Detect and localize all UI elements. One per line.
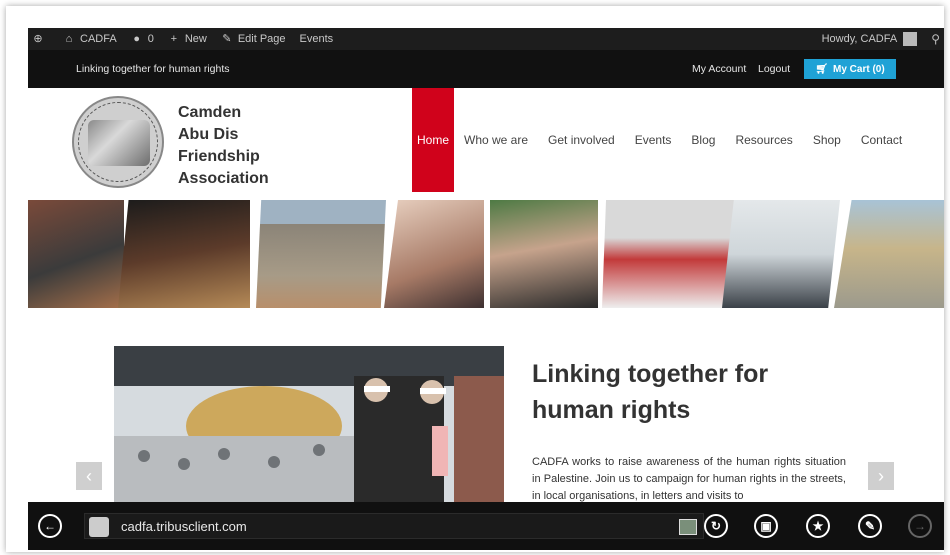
chevron-left-icon: ‹: [86, 465, 92, 486]
photo-speaker: [722, 200, 840, 308]
top-strip: Linking together for human rights My Acc…: [28, 50, 944, 88]
site-name: CADFA: [80, 33, 117, 45]
events-admin-label: Events: [299, 33, 334, 45]
forward-arrow-icon: →: [914, 519, 926, 533]
nav-events[interactable]: Events: [625, 88, 682, 192]
edit-page-label: Edit Page: [237, 33, 286, 45]
photo-wall: [256, 200, 386, 308]
browser-address-bar: ← cadfa.tribusclient.com ↻ ▣ ★ ✎ →: [28, 502, 944, 550]
org-line-4: Association: [178, 170, 269, 187]
photo-drummers: [118, 200, 250, 308]
nav-who-we-are[interactable]: Who we are: [454, 88, 538, 192]
url-text: cadfa.tribusclient.com: [121, 519, 247, 534]
favorites-button[interactable]: ★: [806, 514, 830, 538]
photo-girl-phone: [384, 200, 484, 308]
url-field[interactable]: cadfa.tribusclient.com: [84, 513, 704, 539]
my-account-link[interactable]: My Account: [692, 63, 746, 75]
pencil-icon: ✎: [222, 33, 232, 45]
org-line-2: Abu Dis: [178, 126, 239, 143]
wordpress-icon: ⊕: [33, 33, 43, 45]
cart-label: My Cart (0): [833, 63, 885, 75]
home-icon: ⌂: [65, 33, 73, 45]
photo-protest: [28, 200, 124, 308]
plus-icon: +: [170, 33, 178, 45]
new-button[interactable]: + New: [168, 33, 207, 45]
cart-icon: 🛒︎: [815, 63, 828, 75]
hero-title: Linking together for human rights: [532, 360, 769, 424]
chevron-right-icon: ›: [878, 465, 884, 486]
tabs-icon: ▣: [760, 519, 772, 533]
site-header: Camden Abu Dis Friendship Association Ho…: [28, 88, 944, 192]
photo-smiling-man: [490, 200, 598, 308]
avatar[interactable]: [903, 32, 918, 46]
wrench-icon: ✎: [864, 519, 876, 533]
logo-emblem: [88, 120, 150, 166]
nav-contact[interactable]: Contact: [851, 88, 912, 192]
hero-image: [114, 346, 504, 504]
site-tagline: Linking together for human rights: [76, 63, 230, 75]
events-admin-button[interactable]: Events: [300, 33, 334, 45]
page-icon[interactable]: [679, 519, 697, 535]
back-arrow-icon: ←: [44, 519, 56, 533]
photo-jerusalem: [834, 200, 944, 308]
wp-admin-bar: ⊕ ⌂ CADFA ● 0 + New ✎ Edit Page Events H…: [28, 28, 944, 50]
tabs-button[interactable]: ▣: [754, 514, 778, 538]
howdy-user[interactable]: Howdy, CADFA: [822, 33, 898, 45]
logout-link[interactable]: Logout: [758, 63, 790, 75]
my-cart-button[interactable]: 🛒︎ My Cart (0): [804, 59, 896, 79]
nav-shop[interactable]: Shop: [803, 88, 851, 192]
forward-button[interactable]: →: [908, 514, 932, 538]
site-name-button[interactable]: ⌂ CADFA: [63, 33, 117, 45]
site-logo[interactable]: [72, 96, 164, 188]
carousel-next-button[interactable]: ›: [868, 462, 894, 490]
edit-page-button[interactable]: ✎ Edit Page: [221, 33, 286, 45]
refresh-icon: ↻: [710, 519, 722, 533]
organization-name[interactable]: Camden Abu Dis Friendship Association: [178, 102, 269, 190]
photo-three-boys: [602, 200, 736, 308]
carousel-prev-button[interactable]: ‹: [76, 462, 102, 490]
hero-text: CADFA works to raise awareness of the hu…: [532, 456, 846, 502]
org-line-1: Camden: [178, 104, 242, 121]
star-icon: ★: [812, 519, 824, 533]
nav-home[interactable]: Home: [412, 88, 454, 192]
wp-logo-button[interactable]: ⊕: [32, 33, 49, 45]
org-line-3: Friendship: [178, 148, 260, 165]
search-icon[interactable]: ⚲: [931, 32, 940, 46]
refresh-button[interactable]: ↻: [704, 514, 728, 538]
photo-strip: [28, 200, 944, 308]
nav-resources[interactable]: Resources: [725, 88, 802, 192]
main-nav: Home Who we are Get involved Events Blog…: [412, 88, 912, 192]
comments-count: 0: [147, 33, 154, 45]
hero-illustration: [114, 346, 504, 504]
nav-get-involved[interactable]: Get involved: [538, 88, 625, 192]
back-button[interactable]: ←: [38, 514, 62, 538]
comments-button[interactable]: ● 0: [131, 33, 154, 45]
new-label: New: [184, 33, 207, 45]
nav-blog[interactable]: Blog: [681, 88, 725, 192]
tools-button[interactable]: ✎: [858, 514, 882, 538]
favicon: [89, 517, 109, 537]
comment-icon: ●: [133, 33, 141, 45]
